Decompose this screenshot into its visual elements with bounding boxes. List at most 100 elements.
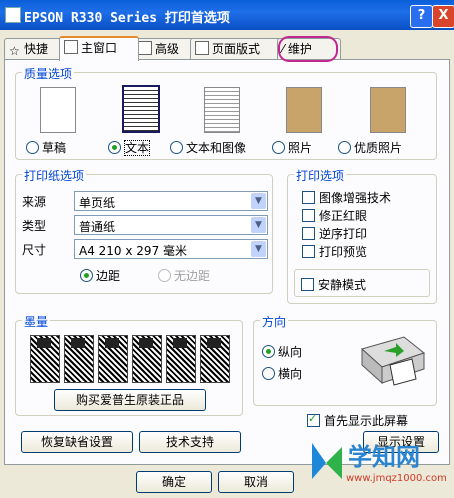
- reverse-order-option[interactable]: 逆序打印: [302, 225, 367, 242]
- option-label: 横向: [278, 367, 303, 381]
- quality-text-option[interactable]: 文本: [108, 139, 151, 156]
- tab-main[interactable]: 主窗口: [59, 36, 139, 61]
- margin-option[interactable]: 边距: [80, 267, 120, 284]
- radio-text[interactable]: [108, 141, 121, 154]
- type-select[interactable]: 普通纸 ▼: [74, 215, 268, 235]
- source-label: 来源: [22, 195, 47, 209]
- size-select[interactable]: A4 210 x 297 毫米 ▼: [74, 239, 268, 259]
- ink-cartridge: [64, 335, 94, 383]
- text-image-thumbnail[interactable]: [204, 87, 240, 133]
- borderless-option[interactable]: 无边距: [158, 267, 210, 284]
- option-label: 打印预览: [319, 245, 368, 259]
- orientation-group-label: 方向: [260, 313, 289, 330]
- quality-group: 质量选项 草稿 文本 文本和图像 照片 优质照片: [15, 65, 437, 160]
- paper-group-label: 打印纸选项: [22, 167, 87, 184]
- draft-thumbnail[interactable]: [40, 87, 76, 133]
- ink-cartridge: [132, 335, 162, 383]
- tab-label: 主窗口: [81, 41, 118, 55]
- page-icon: [195, 41, 209, 55]
- print-options-group: 打印选项 图像增强技术 修正红眼 逆序打印 打印预览 安静模式: [287, 167, 437, 304]
- dialog-footer: 确定 取消 学知网 www.jmqz1000.com: [0, 443, 454, 498]
- option-label: 修正红眼: [319, 209, 368, 223]
- checkbox[interactable]: [302, 245, 315, 258]
- option-label: 文本: [124, 140, 151, 156]
- ink-group: 墨量 购买爱普生原装正品: [15, 313, 243, 416]
- quality-draft-option[interactable]: 草稿: [26, 139, 66, 156]
- buy-ink-button[interactable]: 购买爱普生原装正品: [54, 389, 206, 411]
- checkbox[interactable]: [302, 191, 315, 204]
- quality-photo-option[interactable]: 照片: [272, 139, 312, 156]
- portrait-option[interactable]: 纵向: [262, 343, 302, 360]
- checkbox[interactable]: [302, 227, 315, 240]
- quiet-mode-option[interactable]: 安静模式: [301, 276, 366, 293]
- star-icon: ☆: [9, 44, 20, 58]
- type-value: 普通纸: [79, 220, 116, 234]
- tab-advanced[interactable]: 高级: [133, 38, 197, 59]
- ink-levels: [30, 335, 230, 383]
- radio-borderless[interactable]: [158, 269, 171, 282]
- tab-label: 页面版式: [212, 42, 261, 56]
- print-options-group-label: 打印选项: [294, 167, 347, 184]
- radio-draft[interactable]: [26, 141, 39, 154]
- size-label: 尺寸: [22, 243, 47, 257]
- checkbox[interactable]: [302, 209, 315, 222]
- option-label: 纵向: [278, 345, 303, 359]
- radio-landscape[interactable]: [262, 367, 275, 380]
- radio-text-image[interactable]: [170, 141, 183, 154]
- printer-app-icon: [5, 7, 21, 23]
- chevron-down-icon: ▼: [251, 193, 266, 209]
- quiet-mode-box: 安静模式: [294, 269, 430, 297]
- best-photo-thumbnail[interactable]: [370, 87, 406, 133]
- option-label: 文本和图像: [186, 141, 247, 155]
- cancel-button[interactable]: 取消: [218, 471, 294, 493]
- tab-shortcut[interactable]: ☆ 快捷: [4, 38, 66, 59]
- option-label: 照片: [288, 141, 313, 155]
- checkbox[interactable]: [301, 278, 314, 291]
- landscape-option[interactable]: 横向: [262, 365, 302, 382]
- tab-label: 快捷: [24, 42, 49, 56]
- ink-group-label: 墨量: [22, 313, 51, 330]
- print-preview-option[interactable]: 打印预览: [302, 243, 367, 260]
- title-bar: EPSON R330 Series 打印首选项 ? X: [0, 0, 454, 30]
- source-select[interactable]: 单页纸 ▼: [74, 191, 268, 211]
- radio-portrait[interactable]: [262, 345, 275, 358]
- text-thumbnail[interactable]: [122, 85, 160, 133]
- show-first-option[interactable]: 首先显示此屏幕: [307, 412, 408, 429]
- tech-support-button[interactable]: 技术支持: [139, 431, 241, 453]
- ok-button[interactable]: 确定: [136, 471, 212, 493]
- printer-orientation-icon: [360, 336, 426, 386]
- close-button[interactable]: X: [432, 5, 454, 28]
- watermark-logo-icon: [312, 443, 342, 479]
- maintenance-tab-highlight: [278, 36, 338, 62]
- printer-icon: [64, 40, 78, 54]
- orientation-group: 方向 纵向 横向: [253, 313, 437, 406]
- image-enhance-option[interactable]: 图像增强技术: [302, 189, 391, 206]
- option-label: 安静模式: [318, 278, 367, 292]
- option-label: 逆序打印: [319, 227, 368, 241]
- option-label: 优质照片: [354, 141, 403, 155]
- main-panel: 质量选项 草稿 文本 文本和图像 照片 优质照片 打印纸选项 来源 单页纸 ▼ 类…: [4, 59, 450, 465]
- tab-label: 高级: [155, 42, 180, 56]
- quality-best-photo-option[interactable]: 优质照片: [338, 139, 402, 156]
- photo-thumbnail[interactable]: [286, 87, 322, 133]
- tab-page-layout[interactable]: 页面版式: [190, 38, 282, 59]
- paper-group: 打印纸选项 来源 单页纸 ▼ 类型 普通纸 ▼ 尺寸 A4 210 x 297 毫米…: [15, 167, 273, 294]
- checkbox[interactable]: [307, 412, 320, 427]
- radio-best-photo[interactable]: [338, 141, 351, 154]
- chevron-down-icon: ▼: [251, 217, 266, 233]
- watermark-url: www.jmqz1000.com: [346, 473, 447, 484]
- ink-cartridge: [166, 335, 196, 383]
- source-value: 单页纸: [79, 196, 116, 210]
- restore-defaults-button[interactable]: 恢复缺省设置: [21, 431, 133, 453]
- quality-text-image-option[interactable]: 文本和图像: [170, 139, 246, 156]
- quality-group-label: 质量选项: [22, 65, 75, 82]
- radio-photo[interactable]: [272, 141, 285, 154]
- radio-margin[interactable]: [80, 269, 93, 282]
- help-button[interactable]: ?: [410, 5, 433, 28]
- ink-cartridge: [98, 335, 128, 383]
- option-label: 图像增强技术: [319, 191, 392, 205]
- watermark-text: 学知网: [348, 443, 420, 471]
- red-eye-option[interactable]: 修正红眼: [302, 207, 367, 224]
- size-value: A4 210 x 297 毫米: [79, 244, 188, 258]
- option-label: 边距: [96, 269, 121, 283]
